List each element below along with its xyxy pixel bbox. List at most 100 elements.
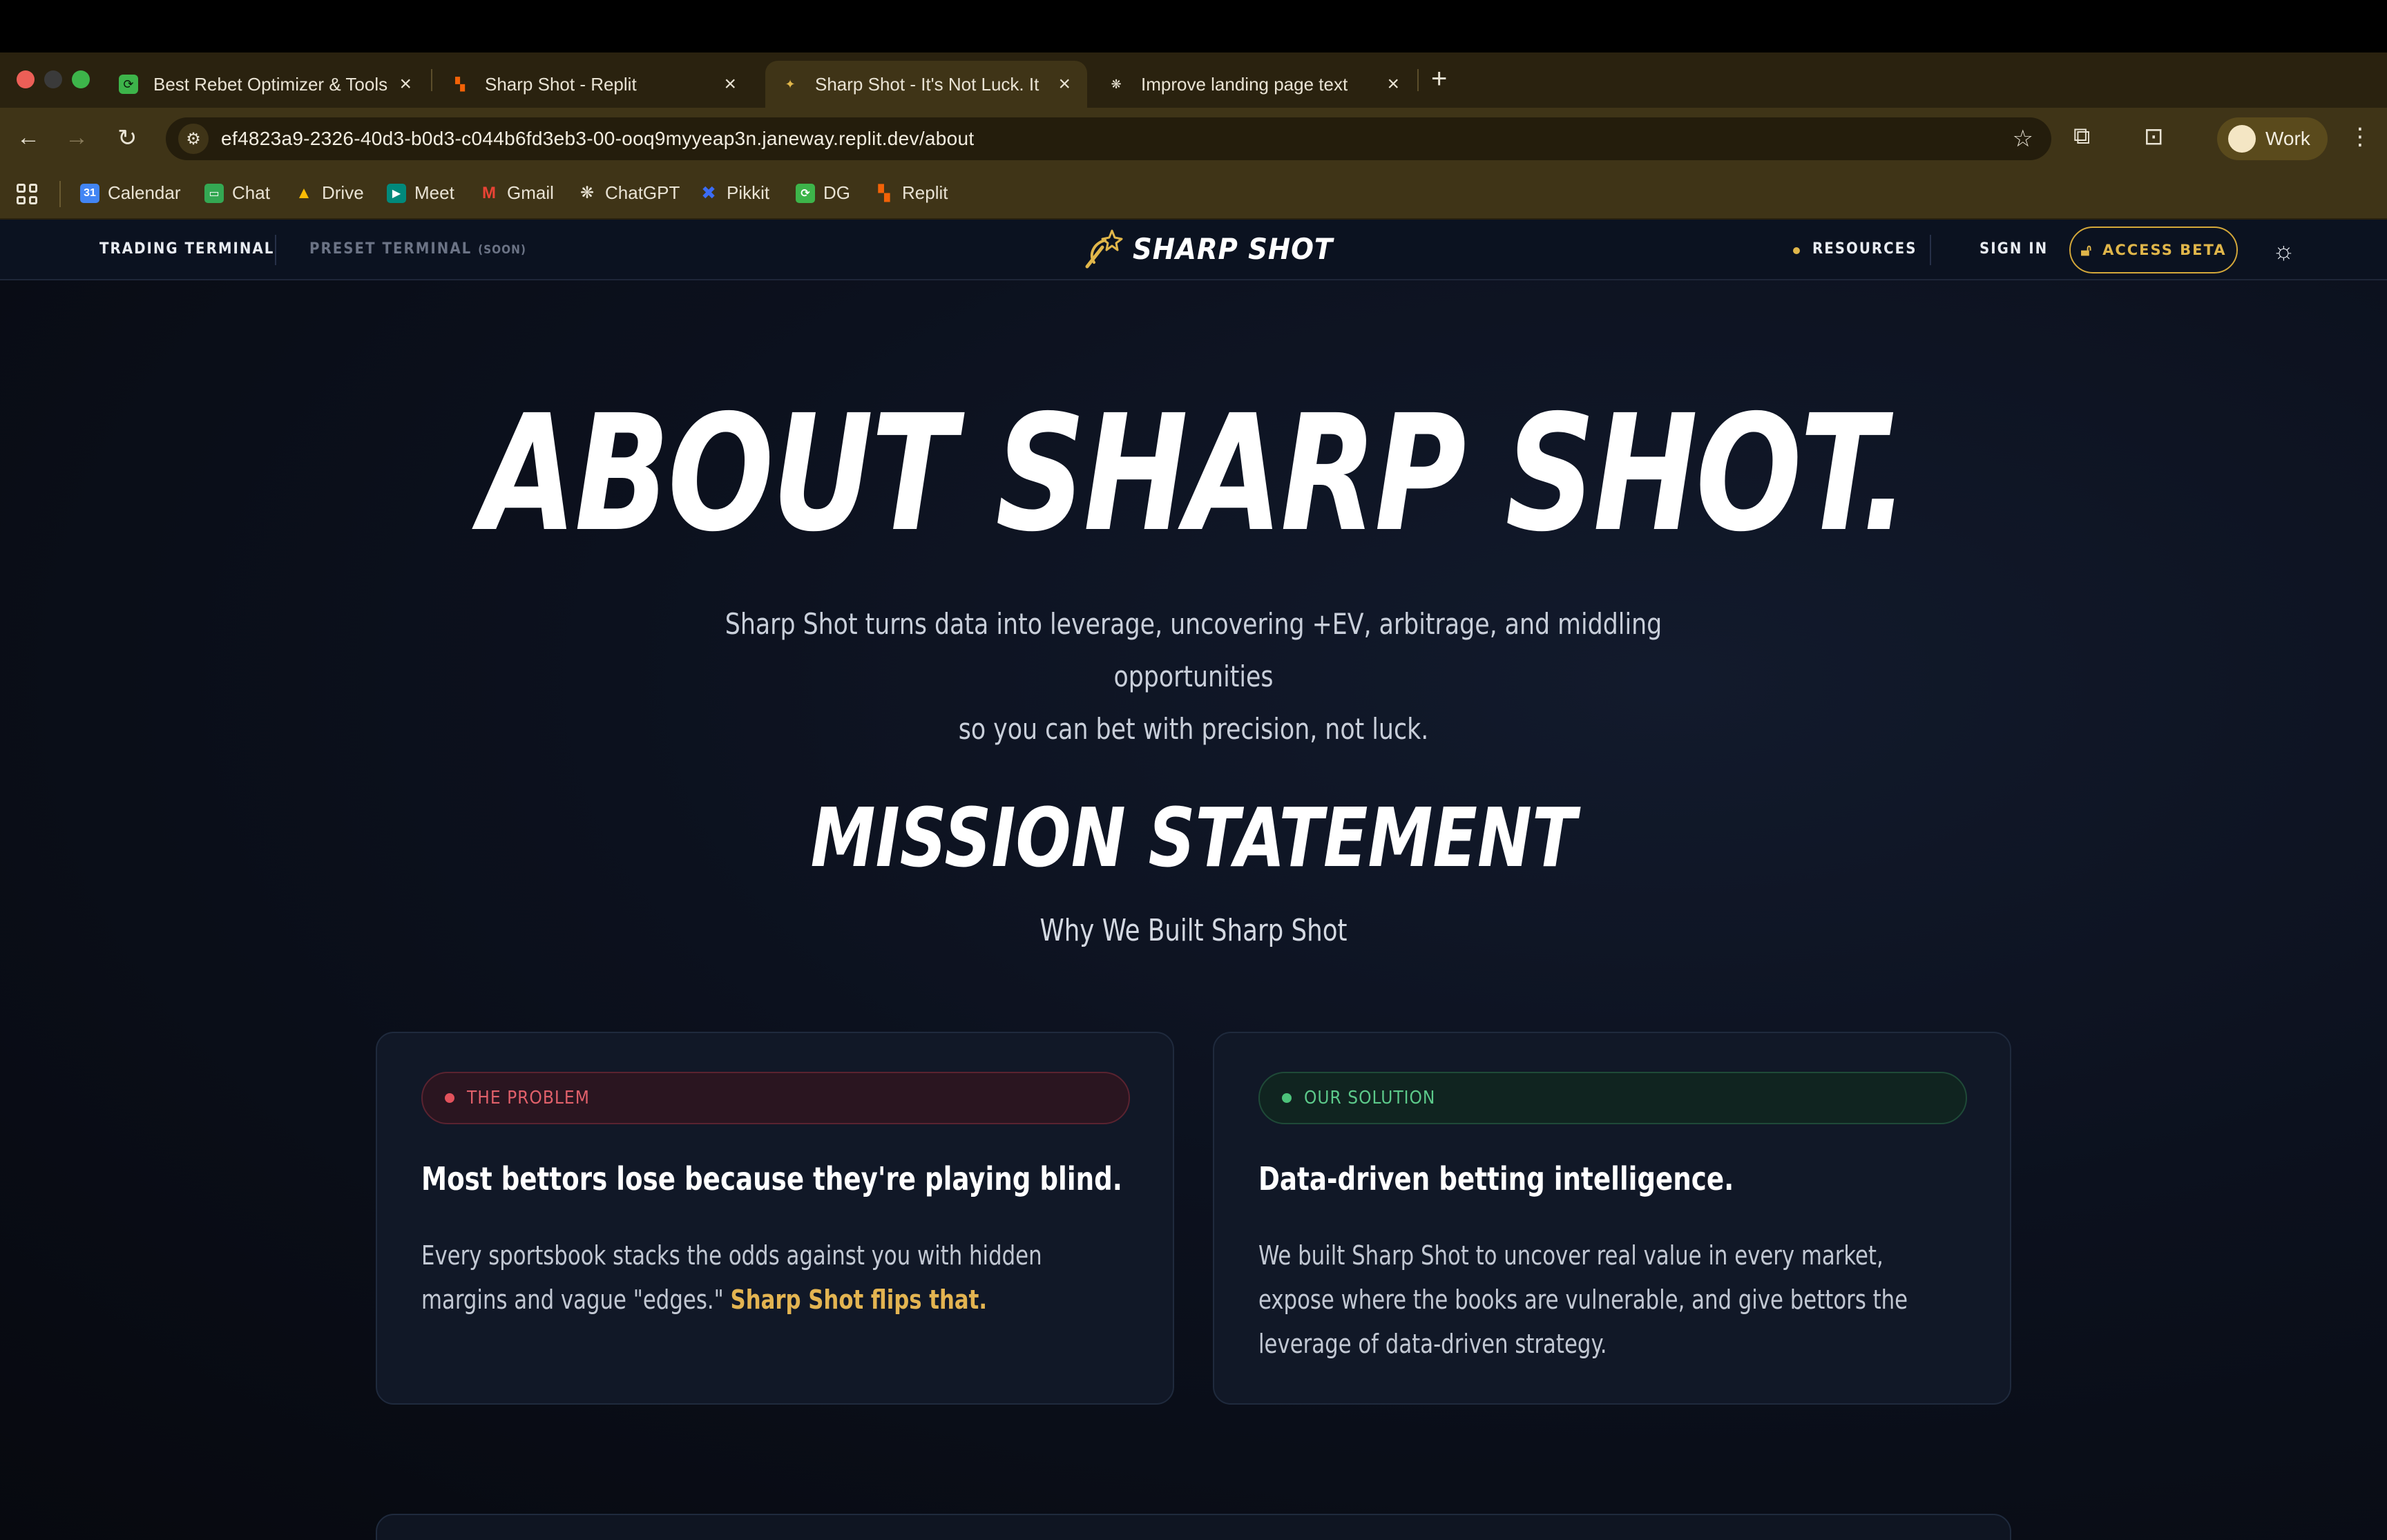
site-settings-icon[interactable]: ⚙: [178, 124, 209, 154]
new-tab-icon[interactable]: +: [1431, 64, 1447, 95]
browser-menu-icon[interactable]: ⋮: [2348, 123, 2372, 151]
hero-subtitle-line: so you can bet with precision, not luck.: [958, 712, 1429, 746]
bookmarks-divider: [59, 181, 61, 207]
solution-pill-label: OUR SOLUTION: [1304, 1088, 1436, 1108]
hero-subtitle: Sharp Shot turns data into leverage, unc…: [667, 598, 1720, 755]
window-zoom-button[interactable]: [72, 70, 90, 88]
dg-icon: ⟳: [796, 183, 815, 203]
back-arrow-icon[interactable]: ←: [17, 124, 40, 151]
nav-divider: [275, 235, 276, 265]
bookmark-chat[interactable]: ▭ Chat: [204, 182, 270, 204]
nav-resources[interactable]: RESOURCES: [1812, 240, 1917, 258]
chat-icon: ▭: [204, 183, 224, 203]
meet-icon: ▶: [387, 183, 406, 203]
close-tab-icon[interactable]: ×: [399, 73, 412, 96]
extensions-puzzle-icon[interactable]: ⧉: [2073, 123, 2090, 150]
chatgpt-favicon-icon: ❋: [1111, 77, 1122, 91]
sharp-shot-logo-icon: [1085, 229, 1123, 269]
bookmark-meet[interactable]: ▶ Meet: [387, 182, 454, 204]
apps-grid-icon[interactable]: [17, 184, 37, 204]
sign-in-link[interactable]: SIGN IN: [1979, 240, 2048, 258]
bookmark-pikkit[interactable]: ✖ Pikkit: [699, 182, 769, 204]
bookmark-label: Meet: [414, 182, 454, 203]
close-tab-icon[interactable]: ×: [724, 73, 736, 96]
profile-avatar: [2228, 125, 2256, 153]
address-bar[interactable]: ⚙ ef4823a9-2326-40d3-b0d3-c044b6fd3eb3-0…: [166, 117, 2051, 160]
tab-title: Sharp Shot - It's Not Luck. It: [815, 73, 1039, 95]
browser-tab[interactable]: ❋ Improve landing page text ×: [1091, 61, 1416, 108]
tab-search-icon[interactable]: ⊡: [2144, 123, 2164, 151]
tab-divider: [431, 69, 432, 91]
bookmark-label: Replit: [902, 182, 948, 203]
next-section-card: [376, 1514, 2011, 1540]
nav-preset-terminal-label: PRESET TERMINAL: [309, 240, 472, 258]
bookmark-star-icon[interactable]: ☆: [2013, 125, 2033, 153]
os-menu-bar: [0, 0, 2387, 52]
browser-tab[interactable]: ⟳ Best Rebet Optimizer & Tools ×: [104, 61, 428, 108]
bookmark-drive[interactable]: ▲ Drive: [294, 182, 364, 204]
forward-arrow-icon[interactable]: →: [65, 124, 88, 151]
bookmark-calendar[interactable]: 31 Calendar: [80, 182, 181, 204]
window-minimize-button[interactable]: [44, 70, 62, 88]
tab-title: Sharp Shot - Replit: [485, 73, 637, 95]
hero-subtitle-line: Sharp Shot turns data into leverage, unc…: [725, 607, 1662, 693]
close-tab-icon[interactable]: ×: [1058, 73, 1071, 96]
bookmark-label: Gmail: [507, 182, 554, 203]
chatgpt-icon: ❋: [579, 184, 595, 202]
tab-title: Best Rebet Optimizer & Tools: [153, 73, 388, 95]
close-tab-icon[interactable]: ×: [1387, 73, 1399, 96]
problem-pill-label: THE PROBLEM: [467, 1088, 590, 1108]
bookmark-replit[interactable]: ▚ Replit: [874, 182, 948, 204]
nav-preset-terminal[interactable]: PRESET TERMINAL (SOON): [309, 240, 526, 258]
soon-badge: (SOON): [478, 243, 526, 257]
solution-pill: OUR SOLUTION: [1258, 1072, 1967, 1124]
problem-highlight: Sharp Shot flips that.: [730, 1284, 988, 1315]
nav-trading-terminal[interactable]: TRADING TERMINAL: [99, 240, 274, 258]
nav-divider: [1930, 235, 1931, 265]
problem-pill: THE PROBLEM: [421, 1072, 1130, 1124]
bookmark-dg[interactable]: ⟳ DG: [796, 182, 850, 204]
about-page: TRADING TERMINAL PRESET TERMINAL (SOON) …: [0, 220, 2387, 1540]
problem-card: THE PROBLEM Most bettors lose because th…: [376, 1032, 1174, 1405]
access-beta-label: ACCESS BETA: [2102, 242, 2227, 258]
bookmark-label: Calendar: [108, 182, 181, 203]
url-text[interactable]: ef4823a9-2326-40d3-b0d3-c044b6fd3eb3-00-…: [221, 128, 975, 150]
theme-toggle-sun-icon[interactable]: ☼: [2272, 236, 2295, 265]
problem-body: Every sportsbook stacks the odds against…: [421, 1233, 1099, 1322]
profile-button[interactable]: Work: [2217, 117, 2328, 160]
access-beta-button[interactable]: 🔓︎ ACCESS BETA: [2069, 227, 2238, 273]
brand-name: SHARP SHOT: [1133, 231, 1334, 266]
bookmark-label: Chat: [232, 182, 270, 203]
replit-favicon-icon: ▚: [455, 77, 465, 91]
gmail-icon: M: [482, 183, 496, 202]
bookmark-label: Drive: [322, 182, 364, 203]
problem-dot-icon: [445, 1093, 454, 1103]
reload-icon[interactable]: ↻: [117, 124, 137, 152]
mission-heading: MISSION STATEMENT: [810, 790, 1577, 885]
drive-icon: ▲: [296, 183, 312, 202]
bookmark-chatgpt[interactable]: ❋ ChatGPT: [577, 182, 680, 204]
window-close-button[interactable]: [17, 70, 35, 88]
mission-subheading: Why We Built Sharp Shot: [1039, 913, 1348, 948]
bookmark-gmail[interactable]: M Gmail: [479, 182, 554, 204]
tab-title: Improve landing page text: [1141, 73, 1348, 95]
lock-icon: 🔓︎: [2080, 240, 2093, 260]
browser-tab-active[interactable]: ✦ Sharp Shot - It's Not Luck. It ×: [765, 61, 1087, 108]
brand-logo[interactable]: SHARP SHOT: [1082, 227, 1350, 271]
rebet-favicon-icon: ⟳: [119, 75, 138, 94]
bookmark-label: DG: [823, 182, 850, 203]
resources-dot-icon: [1793, 247, 1800, 254]
solution-card: OUR SOLUTION Data-driven betting intelli…: [1213, 1032, 2011, 1405]
pikkit-icon: ✖: [701, 182, 716, 203]
solution-heading: Data-driven betting intelligence.: [1258, 1160, 1734, 1197]
tab-divider: [1417, 69, 1419, 91]
bookmark-label: Pikkit: [727, 182, 770, 203]
bookmark-label: ChatGPT: [605, 182, 680, 203]
replit-icon: ▚: [878, 184, 890, 202]
problem-heading: Most bettors lose because they're playin…: [421, 1160, 1122, 1197]
solution-body: We built Sharp Shot to uncover real valu…: [1258, 1240, 1908, 1359]
sharp-shot-favicon-icon: ✦: [785, 77, 796, 91]
solution-dot-icon: [1282, 1093, 1292, 1103]
calendar-icon: 31: [80, 183, 99, 203]
browser-tab[interactable]: ▚ Sharp Shot - Replit ×: [435, 61, 753, 108]
